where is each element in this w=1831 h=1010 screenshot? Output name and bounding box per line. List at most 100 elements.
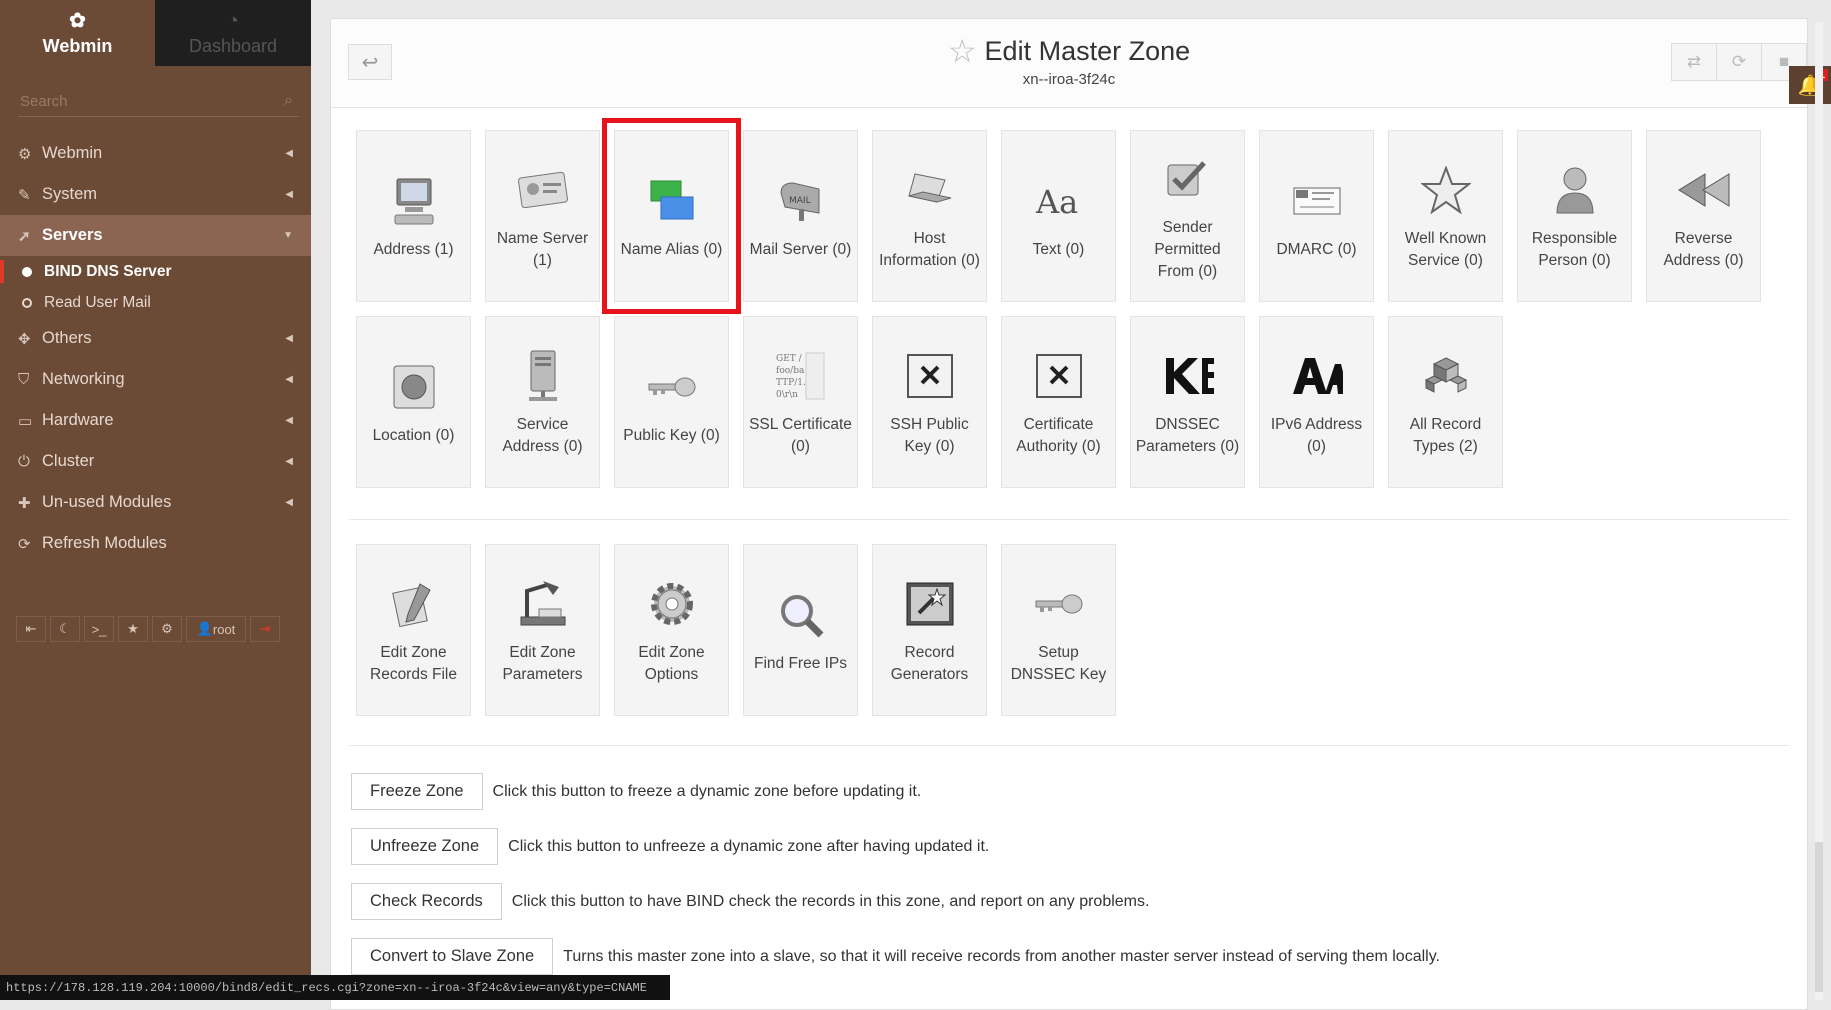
aaaa-text-icon	[1291, 346, 1343, 406]
check-records-button[interactable]: Check Records	[351, 883, 502, 920]
star-icon	[1420, 160, 1471, 220]
tile-dnssec-parameters[interactable]: DNSSEC Parameters (0)	[1130, 316, 1245, 488]
tile-reverse-address[interactable]: Reverse Address (0)	[1646, 130, 1761, 302]
desk-lamp-icon	[517, 574, 569, 634]
key-text-icon	[1162, 346, 1214, 406]
convert-to-slave-description: Turns this master zone into a slave, so …	[563, 947, 1440, 965]
sidebar-item-refresh-modules[interactable]: ⟳ Refresh Modules	[0, 523, 311, 564]
cubes-icon	[1422, 346, 1470, 406]
sidebar-item-others[interactable]: ✥ Others ◀	[0, 318, 311, 359]
tile-edit-zone-options[interactable]: Edit Zone Options	[614, 544, 729, 716]
mailbox-icon: MAIL	[775, 171, 827, 231]
user-name: root	[212, 621, 236, 637]
tile-label: Name Server (1)	[496, 230, 589, 269]
tile-setup-dnssec-key[interactable]: Setup DNSSEC Key	[1001, 544, 1116, 716]
scrollbar-thumb[interactable]	[1815, 842, 1823, 992]
tile-ssl-certificate[interactable]: GET / foo/ba TTP/1. 0\r\n SSL Certificate (…	[743, 316, 858, 488]
refresh-button[interactable]: ⟳	[1716, 43, 1762, 81]
main-panel: ↩ ☆ Edit Master Zone xn--iroa-3f24c ⇄ ⟳ …	[330, 18, 1808, 1010]
image-not-found-icon	[1035, 346, 1083, 406]
tile-certificate-authority[interactable]: Certificate Authority (0)	[1001, 316, 1116, 488]
id-card-icon	[517, 160, 569, 220]
sidebar-item-webmin[interactable]: ⚙ Webmin ◀	[0, 133, 311, 174]
convert-to-slave-zone-button[interactable]: Convert to Slave Zone	[351, 938, 554, 975]
terminal-icon[interactable]: >_	[84, 616, 114, 642]
tile-find-free-ips[interactable]: Find Free IPs	[743, 544, 858, 716]
tile-edit-zone-parameters[interactable]: Edit Zone Parameters	[485, 544, 600, 716]
refresh-icon: ⟳	[1731, 52, 1747, 71]
sidebar-item-system[interactable]: ✎ System ◀	[0, 174, 311, 215]
magnifier-icon	[777, 585, 825, 645]
tile-address[interactable]: Address (1)	[356, 130, 471, 302]
tile-text[interactable]: Aa Text (0)	[1001, 130, 1116, 302]
tile-responsible-person[interactable]: Responsible Person (0)	[1517, 130, 1632, 302]
moon-icon[interactable]: ☾	[50, 616, 80, 642]
sidebar-item-networking[interactable]: ⛉ Networking ◀	[0, 359, 311, 400]
user-button[interactable]: 👤 root	[186, 616, 246, 642]
chevron-left-icon: ◀	[285, 456, 293, 467]
tile-name-alias[interactable]: Name Alias (0)	[602, 118, 741, 314]
laptop-icon	[905, 160, 955, 220]
tile-host-information[interactable]: Host Information (0)	[872, 130, 987, 302]
tile-all-record-types[interactable]: All Record Types (2)	[1388, 316, 1503, 488]
settings-icon[interactable]: ⚙	[152, 616, 182, 642]
logout-icon[interactable]: ⇥	[250, 616, 280, 642]
tile-label: Address (1)	[373, 241, 454, 258]
image-not-found-icon	[906, 346, 954, 406]
tile-dmarc[interactable]: DMARC (0)	[1259, 130, 1374, 302]
page-scrollbar[interactable]	[1815, 22, 1823, 1000]
reload-module-button[interactable]: ⇄	[1671, 43, 1717, 81]
tile-edit-zone-records-file[interactable]: Edit Zone Records File	[356, 544, 471, 716]
tile-label: Well Known Service (0)	[1404, 230, 1487, 269]
sidebar-item-servers[interactable]: ➚ Servers ▼	[0, 215, 311, 256]
collapse-icon[interactable]: ⇤	[16, 616, 46, 642]
notifications-button[interactable]: 🔔 1	[1789, 66, 1831, 104]
sidebar-subitem-bind-dns-server[interactable]: BIND DNS Server	[0, 256, 311, 287]
tile-mail-server[interactable]: MAIL Mail Server (0)	[743, 130, 858, 302]
svg-text:foo/ba: foo/ba	[776, 366, 805, 376]
tile-record-generators[interactable]: Record Generators	[872, 544, 987, 716]
tile-name-server[interactable]: Name Server (1)	[485, 130, 600, 302]
sidebar-subitem-read-user-mail[interactable]: Read User Mail	[0, 287, 311, 318]
cog-icon	[648, 574, 696, 634]
tile-label: Responsible Person (0)	[1531, 230, 1618, 269]
tab-webmin[interactable]: ✿ Webmin	[0, 0, 155, 66]
unfreeze-zone-button[interactable]: Unfreeze Zone	[351, 828, 499, 865]
key-icon	[647, 357, 697, 417]
sidebar-item-label: Servers	[42, 226, 103, 244]
tile-label: Public Key (0)	[623, 427, 720, 444]
tile-label: Host Information (0)	[879, 230, 980, 269]
freeze-zone-button[interactable]: Freeze Zone	[351, 773, 483, 810]
tile-label: Certificate Authority (0)	[1016, 416, 1101, 455]
tab-dashboard-label: Dashboard	[188, 35, 278, 56]
key-icon	[1034, 574, 1084, 634]
tile-well-known-service[interactable]: Well Known Service (0)	[1388, 130, 1503, 302]
action-row-unfreeze: Unfreeze Zone Click this button to unfre…	[351, 828, 989, 865]
favorite-star-icon[interactable]: ☆	[948, 35, 977, 67]
sidebar-item-cluster[interactable]: ⏻ Cluster ◀	[0, 441, 311, 482]
radio-dot-icon	[22, 297, 32, 308]
tile-ssh-public-key[interactable]: SSH Public Key (0)	[872, 316, 987, 488]
tile-location[interactable]: Location (0)	[356, 316, 471, 488]
header-buttons: ⇄ ⟳ ■	[1671, 43, 1807, 81]
search-input[interactable]	[18, 91, 262, 111]
tab-dashboard[interactable]: ◔ Dashboard	[155, 0, 311, 66]
rocket-icon: ➚	[18, 227, 31, 245]
tile-sender-permitted-from[interactable]: Sender Permitted From (0)	[1130, 130, 1245, 302]
tile-label: DMARC (0)	[1276, 241, 1357, 258]
star-favorites-icon[interactable]: ★	[118, 616, 148, 642]
sidebar-item-hardware[interactable]: ▭ Hardware ◀	[0, 400, 311, 441]
sidebar-item-label: System	[42, 185, 98, 203]
sidebar-item-label: Webmin	[42, 144, 103, 162]
sidebar-item-unused-modules[interactable]: ✚ Un-used Modules ◀	[0, 482, 311, 523]
page-subtitle: xn--iroa-3f24c	[1022, 71, 1116, 88]
divider	[349, 745, 1789, 746]
tile-label: Mail Server (0)	[749, 241, 852, 258]
sidebar: ✿ Webmin ◔ Dashboard ⌕ ⚙ Webmin ◀ ✎ Syst…	[0, 0, 311, 1000]
tile-ipv6-address[interactable]: IPv6 Address (0)	[1259, 316, 1374, 488]
sidebar-item-label: Others	[42, 329, 92, 347]
tile-service-address[interactable]: Service Address (0)	[485, 316, 600, 488]
tile-public-key[interactable]: Public Key (0)	[614, 316, 729, 488]
power-icon: ⏻	[18, 453, 30, 470]
sidebar-subitem-label: Read User Mail	[44, 293, 151, 311]
